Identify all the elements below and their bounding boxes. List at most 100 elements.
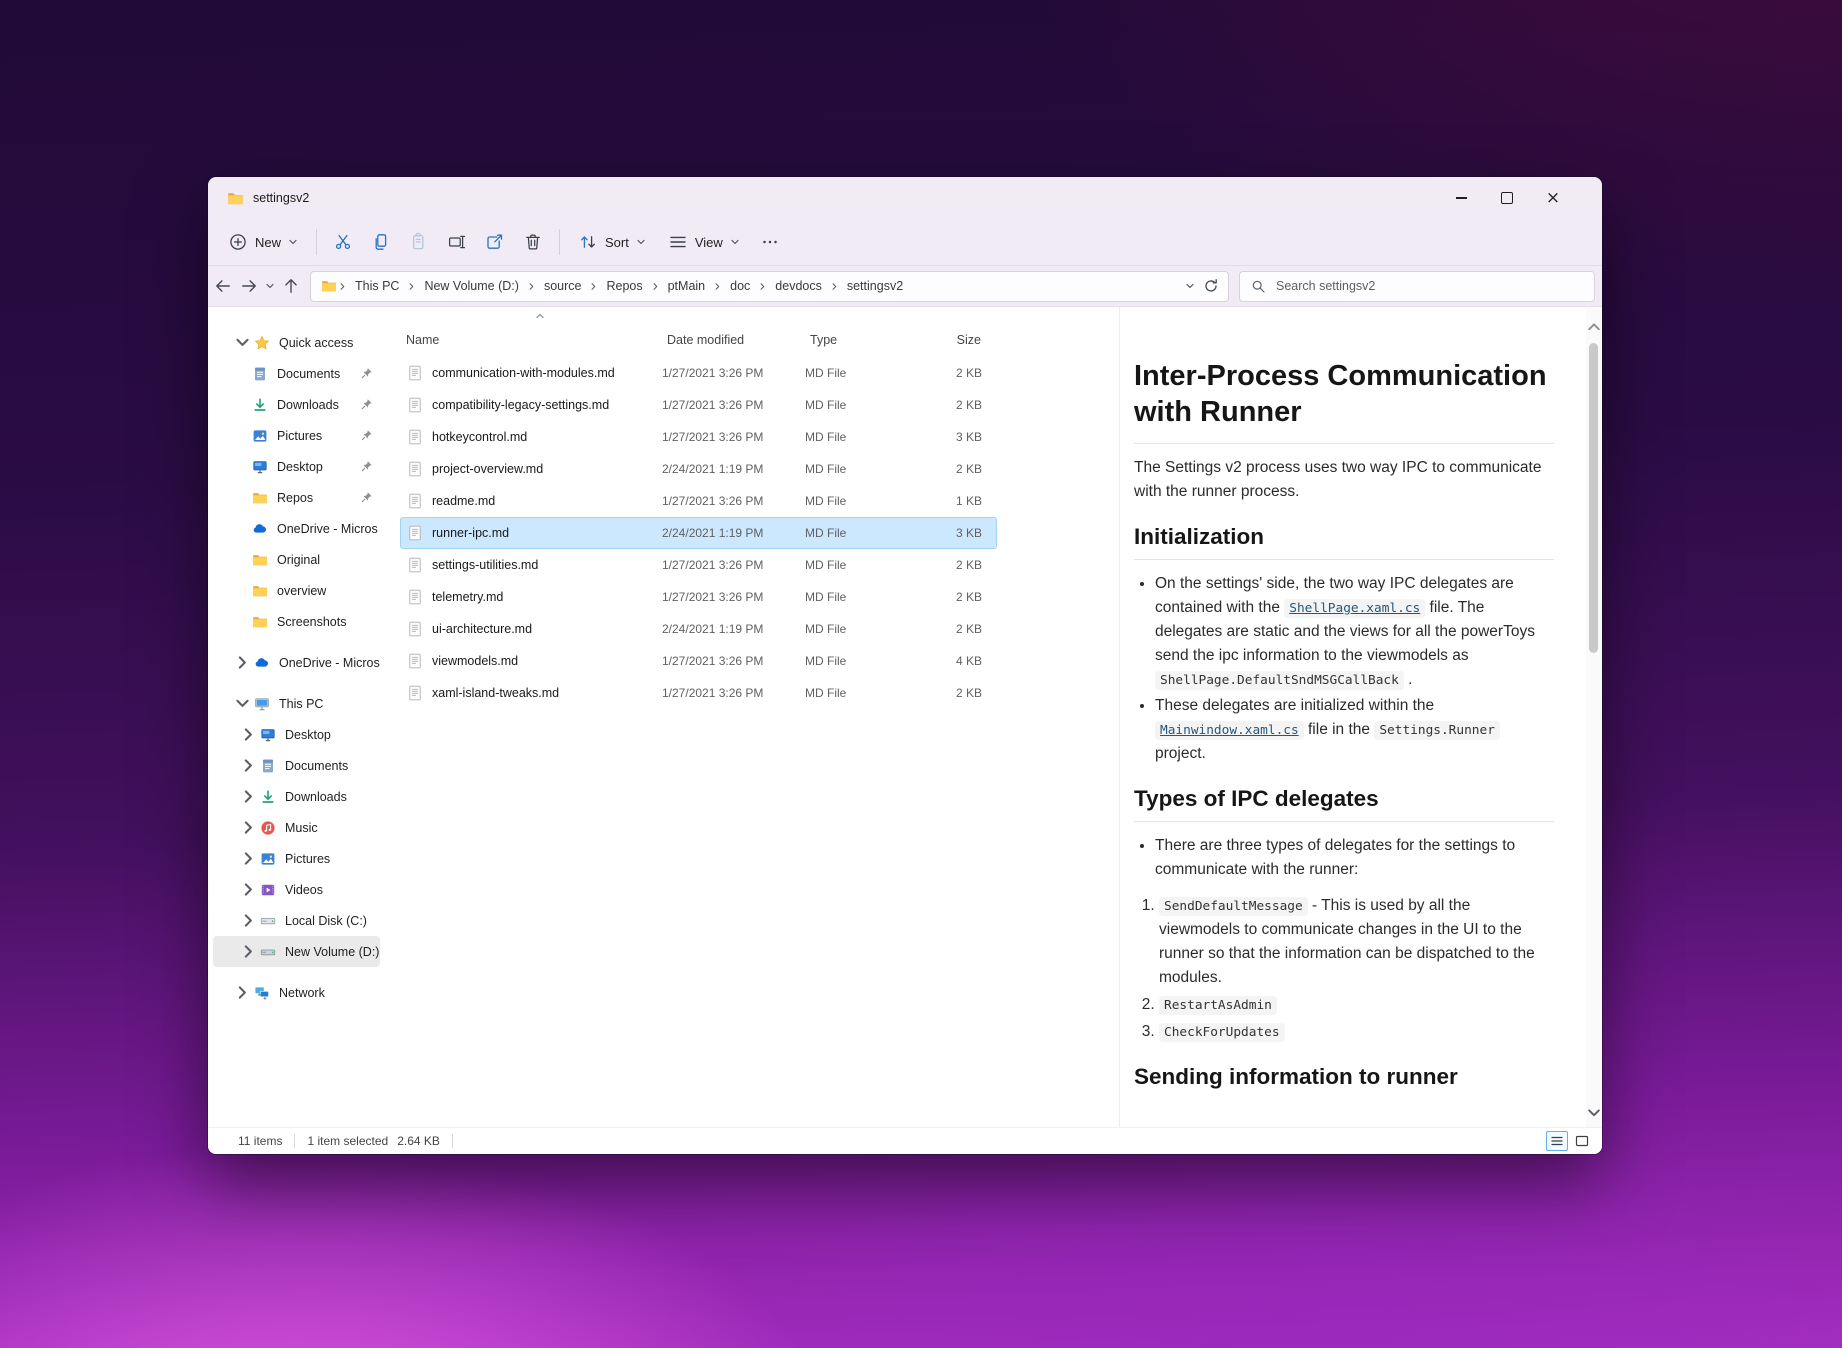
file-row[interactable]: compatibility-legacy-settings.md1/27/202… — [400, 389, 997, 421]
copy-button[interactable] — [362, 225, 400, 259]
search-box[interactable] — [1239, 271, 1595, 302]
breadcrumb-item[interactable]: settingsv2 — [840, 275, 910, 297]
sidebar-item-desktop[interactable]: Desktop — [213, 451, 380, 482]
section-heading: Types of IPC delegates — [1134, 786, 1554, 822]
titlebar[interactable]: settingsv2 × — [208, 177, 1602, 219]
address-dropdown-button[interactable] — [1182, 271, 1198, 301]
sidebar-item-downloads[interactable]: Downloads — [213, 781, 380, 812]
file-type: MD File — [805, 622, 885, 636]
scroll-up-icon[interactable] — [1586, 319, 1602, 335]
address-bar[interactable]: This PCNew Volume (D:)sourceReposptMaind… — [310, 271, 1229, 302]
code-link[interactable]: Mainwindow.xaml.cs — [1155, 721, 1304, 740]
cut-icon — [333, 232, 353, 252]
view-button[interactable]: View — [657, 225, 751, 259]
preview-scrollbar[interactable] — [1586, 307, 1602, 1127]
items-count: 11 items — [238, 1134, 282, 1148]
delete-button[interactable] — [514, 225, 552, 259]
more-options-button[interactable] — [751, 225, 789, 259]
share-button[interactable] — [476, 225, 514, 259]
up-button[interactable] — [278, 271, 304, 301]
file-row[interactable]: hotkeycontrol.md1/27/2021 3:26 PMMD File… — [400, 421, 997, 453]
cut-button[interactable] — [324, 225, 362, 259]
sidebar-item-documents[interactable]: Documents — [213, 358, 380, 389]
breadcrumb-item[interactable]: source — [537, 275, 589, 297]
breadcrumb-item[interactable]: ptMain — [661, 275, 713, 297]
chevron-down-icon[interactable] — [234, 696, 251, 712]
inline-code: SendDefaultMessage — [1159, 897, 1308, 916]
desktop-icon — [252, 459, 268, 475]
column-header-size[interactable]: Size — [884, 329, 989, 351]
sidebar-item-local-disk-c-[interactable]: Local Disk (C:) — [213, 905, 380, 936]
maximize-button[interactable] — [1484, 178, 1530, 218]
sidebar-item-videos[interactable]: Videos — [213, 874, 380, 905]
documents-icon — [260, 758, 276, 774]
paste-button[interactable] — [400, 225, 438, 259]
sidebar-item-original[interactable]: Original — [213, 544, 380, 575]
chevron-right-icon[interactable] — [240, 727, 257, 743]
recent-locations-button[interactable] — [262, 271, 278, 301]
chevron-right-icon[interactable] — [240, 820, 257, 836]
file-row[interactable]: runner-ipc.md2/24/2021 1:19 PMMD File3 K… — [400, 517, 997, 549]
sidebar-item-onedrive-microsof[interactable]: OneDrive - Microsof — [213, 647, 380, 678]
breadcrumb-item[interactable]: New Volume (D:) — [417, 275, 525, 297]
chevron-right-icon[interactable] — [240, 944, 257, 960]
sidebar-item-screenshots[interactable]: Screenshots — [213, 606, 380, 637]
sidebar-item-downloads[interactable]: Downloads — [213, 389, 380, 420]
breadcrumb-item[interactable]: devdocs — [768, 275, 829, 297]
code-link[interactable]: ShellPage.xaml.cs — [1284, 599, 1425, 618]
file-row[interactable]: project-overview.md2/24/2021 1:19 PMMD F… — [400, 453, 997, 485]
sidebar-item-this-pc[interactable]: This PC — [213, 688, 380, 719]
forward-button[interactable] — [236, 271, 262, 301]
file-row[interactable]: readme.md1/27/2021 3:26 PMMD File1 KB — [400, 485, 997, 517]
sidebar-quick-access[interactable]: Quick access — [213, 327, 380, 358]
sidebar-item-music[interactable]: Music — [213, 812, 380, 843]
sort-icon — [578, 232, 598, 252]
chevron-right-icon[interactable] — [234, 655, 251, 671]
sidebar-item-repos[interactable]: Repos — [213, 482, 380, 513]
large-thumbnails-view-button[interactable] — [1571, 1131, 1593, 1151]
column-header-type[interactable]: Type — [804, 329, 884, 351]
file-date-modified: 1/27/2021 3:26 PM — [662, 654, 805, 668]
sidebar-item-documents[interactable]: Documents — [213, 750, 380, 781]
breadcrumb-item[interactable]: Repos — [599, 275, 649, 297]
sidebar-item-onedrive-micros[interactable]: OneDrive - Micros — [213, 513, 380, 544]
file-row[interactable]: viewmodels.md1/27/2021 3:26 PMMD File4 K… — [400, 645, 997, 677]
chevron-right-icon[interactable] — [240, 882, 257, 898]
section-heading: Sending information to runner — [1134, 1064, 1554, 1099]
refresh-icon — [1203, 278, 1219, 294]
new-button[interactable]: New — [217, 225, 309, 259]
file-row[interactable]: xaml-island-tweaks.md1/27/2021 3:26 PMMD… — [400, 677, 997, 709]
column-header-name[interactable]: Name — [400, 332, 661, 348]
rename-button[interactable] — [438, 225, 476, 259]
close-button[interactable]: × — [1530, 178, 1576, 218]
file-row[interactable]: settings-utilities.md1/27/2021 3:26 PMMD… — [400, 549, 997, 581]
breadcrumb-item[interactable]: doc — [723, 275, 757, 297]
sidebar-item-overview[interactable]: overview — [213, 575, 380, 606]
sidebar-item-pictures[interactable]: Pictures — [213, 843, 380, 874]
file-row[interactable]: telemetry.md1/27/2021 3:26 PMMD File2 KB — [400, 581, 997, 613]
sort-button[interactable]: Sort — [567, 225, 657, 259]
chevron-right-icon[interactable] — [240, 913, 257, 929]
sidebar-item-pictures[interactable]: Pictures — [213, 420, 380, 451]
sidebar-item-network[interactable]: Network — [213, 977, 380, 1008]
scroll-down-icon[interactable] — [1586, 1105, 1602, 1121]
sidebar-item-new-volume-d-[interactable]: New Volume (D:) — [213, 936, 380, 967]
drive-icon — [260, 944, 276, 960]
minimize-button[interactable] — [1438, 178, 1484, 218]
search-input[interactable] — [1274, 278, 1584, 294]
chevron-right-icon[interactable] — [234, 985, 251, 1001]
breadcrumb-item[interactable]: This PC — [348, 275, 406, 297]
inline-code: ShellPage.DefaultSndMSGCallBack — [1155, 671, 1404, 690]
refresh-button[interactable] — [1198, 271, 1224, 301]
file-row[interactable]: ui-architecture.md2/24/2021 1:19 PMMD Fi… — [400, 613, 997, 645]
column-header-date-modified[interactable]: Date modified — [661, 329, 804, 351]
chevron-right-icon[interactable] — [240, 789, 257, 805]
chevron-right-icon — [338, 282, 347, 291]
chevron-right-icon[interactable] — [240, 851, 257, 867]
details-view-button[interactable] — [1546, 1131, 1568, 1151]
chevron-right-icon[interactable] — [240, 758, 257, 774]
scrollbar-thumb[interactable] — [1589, 343, 1598, 653]
back-button[interactable] — [210, 271, 236, 301]
file-row[interactable]: communication-with-modules.md1/27/2021 3… — [400, 357, 997, 389]
sidebar-item-desktop[interactable]: Desktop — [213, 719, 380, 750]
